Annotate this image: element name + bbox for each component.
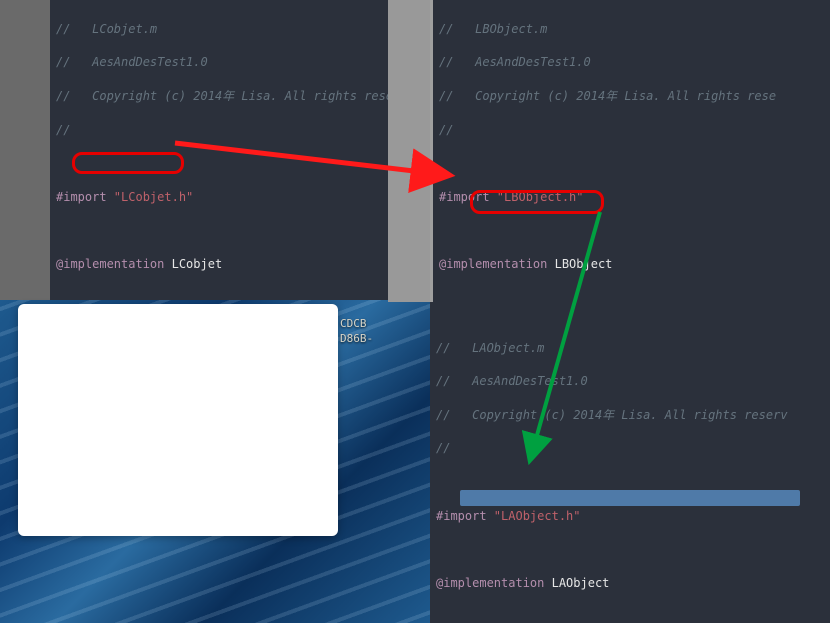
comment-line: // Copyright (c) 2014年 Lisa. All rights … bbox=[56, 88, 382, 105]
code-editor-lbobject[interactable]: // LBObject.m // AesAndDesTest1.0 // Cop… bbox=[430, 0, 830, 302]
code-editor-lcobjet[interactable]: // LCobjet.m // AesAndDesTest1.0 // Copy… bbox=[50, 0, 388, 300]
import-keyword: #import bbox=[56, 190, 114, 204]
comment-line: // bbox=[439, 122, 824, 139]
split-divider-vertical[interactable] bbox=[388, 0, 430, 302]
comment-line: // Copyright (c) 2014年 Lisa. All rights … bbox=[439, 88, 824, 105]
blank-window[interactable] bbox=[18, 304, 338, 536]
badge-line-1: CDCB bbox=[340, 316, 373, 331]
class-name: LCobjet bbox=[172, 257, 223, 271]
comment-line: // LCobjet.m bbox=[56, 21, 382, 38]
comment-line: // AesAndDesTest1.0 bbox=[439, 54, 824, 71]
comment-line: // bbox=[56, 122, 382, 139]
badge-line-2: D86B- bbox=[340, 331, 373, 346]
comment-line: // AesAndDesTest1.0 bbox=[56, 54, 382, 71]
comment-line: // LBObject.m bbox=[439, 21, 824, 38]
desktop-filename-fragment: CDCB D86B- bbox=[340, 316, 373, 347]
implementation-keyword: @implementation bbox=[56, 257, 172, 271]
window-edge-left bbox=[0, 0, 50, 300]
code-editor-laobject[interactable]: // LAObject.m // AesAndDesTest1.0 // Cop… bbox=[430, 302, 830, 623]
import-file: "LCobjet.h" bbox=[114, 190, 193, 204]
